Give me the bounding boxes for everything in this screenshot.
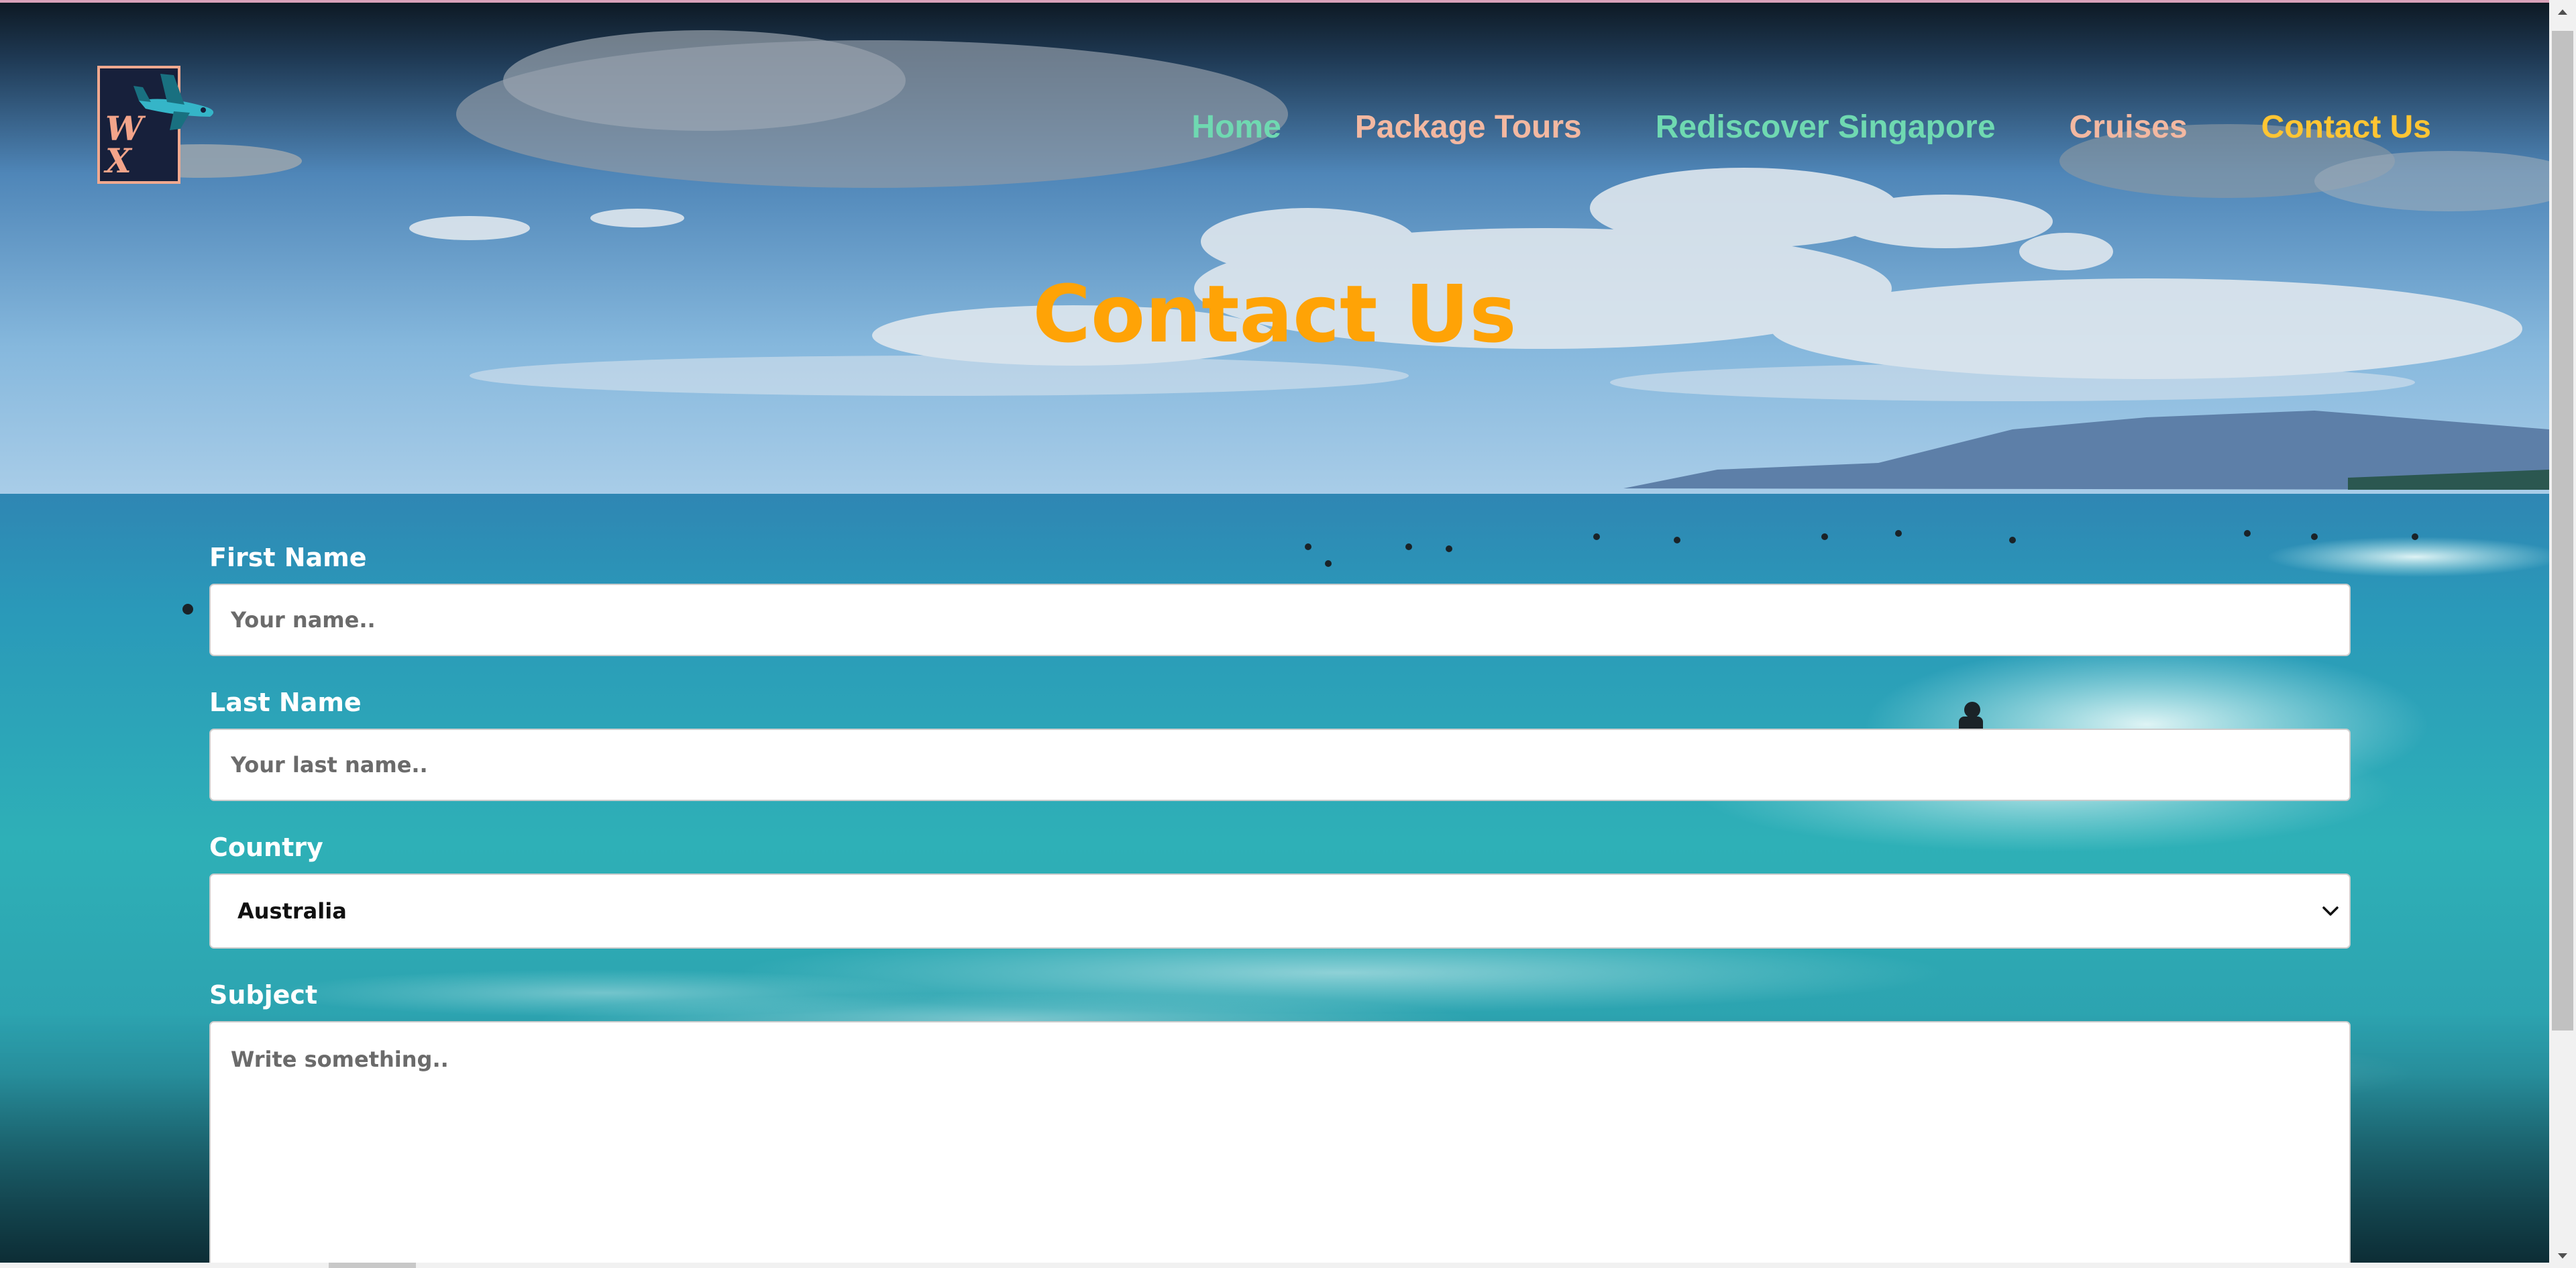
country-label: Country bbox=[209, 833, 323, 862]
nav-cruises[interactable]: Cruises bbox=[2070, 107, 2188, 148]
nav-package-tours[interactable]: Package Tours bbox=[1355, 107, 1582, 148]
horizontal-scrollbar-thumb[interactable] bbox=[329, 1263, 416, 1268]
last-name-label: Last Name bbox=[209, 688, 362, 717]
first-name-input[interactable] bbox=[209, 584, 2351, 656]
country-selected-value: Australia bbox=[237, 898, 347, 924]
airplane-icon bbox=[133, 74, 214, 130]
first-name-label: First Name bbox=[209, 543, 367, 572]
country-select[interactable]: Australia bbox=[209, 874, 2351, 949]
vertical-scrollbar[interactable] bbox=[2549, 0, 2576, 1268]
top-border-line bbox=[0, 0, 2576, 3]
nav-contact-us[interactable]: Contact Us bbox=[2261, 107, 2431, 148]
scrollbar-thumb[interactable] bbox=[2552, 31, 2573, 1031]
scroll-down-arrow-icon[interactable] bbox=[2555, 1248, 2571, 1264]
last-name-input[interactable] bbox=[209, 729, 2351, 801]
subject-label: Subject bbox=[209, 980, 318, 1010]
nav-rediscover-singapore[interactable]: Rediscover Singapore bbox=[1656, 107, 1996, 148]
page-title: Contact Us bbox=[1032, 268, 1517, 360]
main-nav: Home Package Tours Rediscover Singapore … bbox=[1191, 107, 2431, 148]
nav-home[interactable]: Home bbox=[1191, 107, 1281, 148]
scroll-up-arrow-icon[interactable] bbox=[2555, 4, 2571, 20]
horizontal-scrollbar[interactable] bbox=[0, 1263, 2549, 1268]
site-logo[interactable]: W X bbox=[97, 66, 214, 184]
subject-textarea[interactable] bbox=[209, 1021, 2351, 1268]
contact-page: W X Home Package Tours Rediscover Singap… bbox=[0, 0, 2576, 1268]
